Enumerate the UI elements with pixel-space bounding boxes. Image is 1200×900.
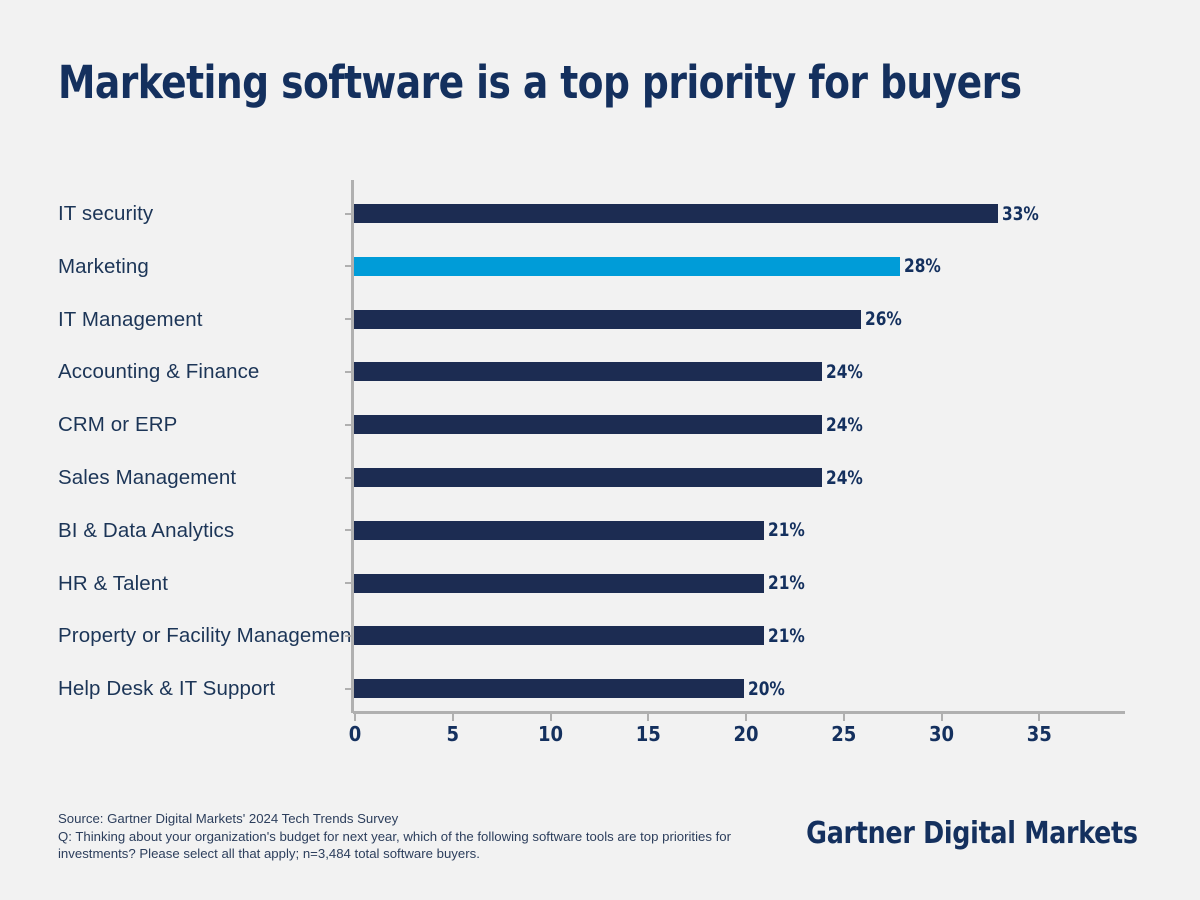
x-axis-tick: [549, 714, 552, 721]
y-axis-line: [351, 180, 354, 713]
bar-rows-container: IT security 33% Marketing 28% IT Management 2…: [0, 0, 1200, 900]
x-axis-line: [353, 711, 1125, 714]
bar: [353, 256, 901, 276]
bar: [353, 626, 764, 646]
category-label: BI & Data Analytics: [58, 518, 235, 542]
x-axis-tick: [354, 714, 356, 721]
chart-page: Marketing software is a top priority for…: [0, 0, 1200, 900]
bar: [353, 679, 744, 699]
bar-value-label: 24%: [826, 360, 864, 383]
bar: [353, 309, 862, 329]
bar: [353, 573, 764, 593]
x-axis-tick-label: 10: [537, 722, 564, 746]
x-axis-tick-label: 30: [928, 722, 955, 746]
x-axis-tick: [451, 714, 454, 721]
x-axis-tick: [842, 714, 845, 721]
question-line: Q: Thinking about your organization's bu…: [58, 828, 735, 862]
bar-value-label: 21%: [767, 624, 805, 647]
category-label: Help Desk & IT Support: [58, 677, 276, 701]
category-label: Marketing: [58, 254, 149, 278]
bar: [353, 362, 823, 382]
x-axis-tick: [940, 714, 943, 721]
category-label: CRM or ERP: [58, 413, 178, 437]
brand-logo: Gartner Digital Markets: [806, 816, 1138, 851]
x-axis-tick-label: 35: [1026, 722, 1052, 746]
bar-value-label: 21%: [767, 572, 805, 595]
x-axis-tick-label: 5: [446, 722, 460, 746]
source-note: Source: Gartner Digital Markets' 2024 Te…: [58, 810, 738, 863]
bar: [353, 468, 823, 487]
bar-value-label: 21%: [767, 519, 805, 542]
bar-value-label: 28%: [904, 255, 942, 278]
x-axis-tick-label: 20: [733, 722, 759, 746]
x-axis-tick: [647, 714, 650, 721]
bar-value-label: 24%: [826, 413, 864, 436]
category-label: IT Management: [58, 307, 203, 331]
category-label: IT security: [58, 202, 154, 225]
source-line: Source: Gartner Digital Markets' 2024 Te…: [58, 811, 399, 826]
x-axis-tick: [1038, 714, 1041, 721]
bar: [353, 204, 999, 223]
category-label: Property or Facility Management: [58, 624, 358, 648]
x-axis-tick-label: 0: [348, 722, 362, 746]
bar: [353, 415, 823, 435]
bar-value-label: 26%: [865, 308, 903, 331]
bar-value-label: 33%: [1002, 202, 1039, 225]
bar: [353, 520, 764, 540]
category-label: Sales Management: [58, 466, 237, 489]
chart-plot-area: IT security 33% Marketing 28% IT Management 2…: [0, 0, 1200, 900]
x-axis-tick: [745, 714, 747, 721]
category-label: Accounting & Finance: [58, 360, 260, 384]
bar-value-label: 24%: [826, 466, 864, 489]
category-label: HR & Talent: [58, 571, 169, 595]
x-axis-tick-label: 25: [831, 722, 857, 746]
bar-value-label: 20%: [748, 677, 785, 700]
x-axis-tick-label: 15: [635, 722, 661, 746]
